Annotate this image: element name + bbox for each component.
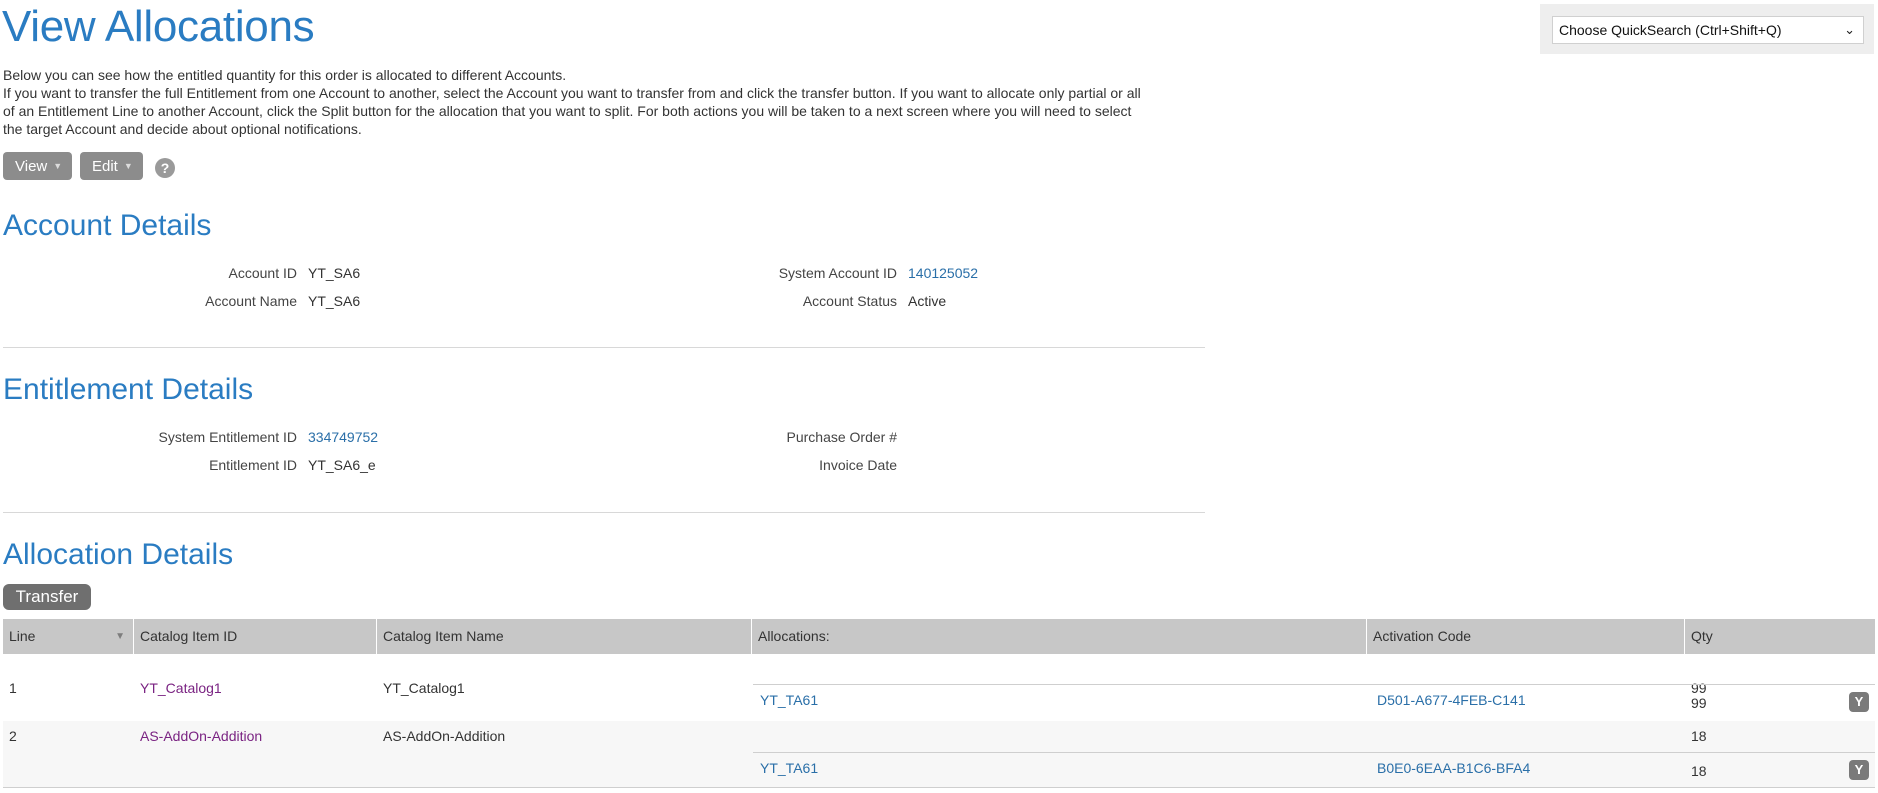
purchase-order-label: Purchase Order # [786,429,898,445]
column-header-allocations: Allocations: [752,619,1367,654]
table-row[interactable]: 1 YT_Catalog1 YT_Catalog1 99 YT_TA61 D50… [3,654,1875,721]
edit-menu-label: Edit [92,158,118,175]
quicksearch-panel: Choose QuickSearch (Ctrl+Shift+Q) ⌄ [1540,4,1874,54]
view-menu-label: View [15,158,48,175]
line-number: 2 [9,728,17,744]
column-header-catalog-item-id[interactable]: Catalog Item ID [134,619,377,654]
help-icon[interactable]: ? [155,158,175,178]
catalog-item-id-link[interactable]: AS-AddOn-Addition [140,728,262,744]
catalog-item-name: YT_Catalog1 [383,680,465,696]
entitlement-id-value: YT_SA6_e [308,457,376,473]
account-name-label: Account Name [205,293,297,309]
column-label: Activation Code [1373,628,1472,644]
allocation-qty: 99 [1691,695,1707,711]
catalog-item-id-link[interactable]: YT_Catalog1 [140,680,222,696]
allocation-separator [753,752,1875,753]
section-divider [3,512,1205,513]
allocation-separator [753,684,1875,685]
allocation-account-link[interactable]: YT_TA61 [760,760,818,776]
intro-line-1: Below you can see how the entitled quant… [3,67,567,83]
system-account-id-link[interactable]: 140125052 [908,265,978,281]
system-entitlement-id-label: System Entitlement ID [158,429,298,445]
system-account-id-label: System Account ID [778,265,897,281]
account-id-value: YT_SA6 [308,265,361,281]
transfer-button[interactable]: Transfer [3,584,91,610]
section-divider [3,347,1205,348]
chevron-down-icon: ⌄ [1844,22,1855,37]
account-details-title: Account Details [3,209,212,242]
table-row[interactable]: 2 AS-AddOn-Addition AS-AddOn-Addition 18… [3,721,1875,788]
column-label: Catalog Item Name [383,628,504,644]
activation-code-link[interactable]: B0E0-6EAA-B1C6-BFA4 [1377,760,1530,776]
allocation-account-link[interactable]: YT_TA61 [760,692,818,708]
quicksearch-select[interactable]: Choose QuickSearch (Ctrl+Shift+Q) ⌄ [1552,16,1864,44]
system-entitlement-id-link[interactable]: 334749752 [308,429,378,445]
column-header-catalog-item-name[interactable]: Catalog Item Name [377,619,752,654]
view-menu-button[interactable]: View ▼ [3,152,72,180]
column-header-line[interactable]: Line ▼ [3,619,134,654]
intro-text: Below you can see how the entitled quant… [3,66,1153,138]
account-name-value: YT_SA6 [308,293,361,309]
entitlement-details-title: Entitlement Details [3,373,254,406]
table-bottom-border [3,787,1875,788]
line-number: 1 [9,680,17,696]
dropdown-arrow-icon: ▼ [123,161,133,171]
allocation-qty: 18 [1691,763,1707,779]
intro-line-2: If you want to transfer the full Entitle… [3,85,1141,137]
column-label: Line [9,628,36,644]
account-status-value: Active [908,293,947,309]
split-icon[interactable]: Y [1849,692,1869,712]
quicksearch-label: Choose QuickSearch (Ctrl+Shift+Q) [1559,22,1782,38]
split-icon[interactable]: Y [1849,760,1869,780]
account-status-label: Account Status [802,293,897,309]
column-label: Allocations: [758,628,830,644]
activation-code-link[interactable]: D501-A677-4FEB-C141 [1377,692,1526,708]
column-label: Catalog Item ID [140,628,238,644]
page-title: View Allocations [2,2,315,51]
column-header-qty: Qty [1685,619,1875,654]
column-header-activation-code: Activation Code [1367,619,1685,654]
dropdown-arrow-icon: ▼ [53,161,63,171]
invoice-date-label: Invoice Date [819,457,897,473]
allocation-table: Line ▼ Catalog Item ID Catalog Item Name… [3,619,1875,788]
edit-menu-button[interactable]: Edit ▼ [80,152,143,180]
catalog-item-name: AS-AddOn-Addition [383,728,506,744]
entitlement-id-label: Entitlement ID [209,457,297,473]
account-id-label: Account ID [228,265,297,281]
table-header: Line ▼ Catalog Item ID Catalog Item Name… [3,619,1875,654]
column-label: Qty [1691,628,1713,644]
allocation-details-title: Allocation Details [3,538,234,571]
line-qty: 99 [1691,680,1707,696]
filter-arrow-icon[interactable]: ▼ [115,619,125,654]
line-qty: 18 [1691,728,1707,744]
